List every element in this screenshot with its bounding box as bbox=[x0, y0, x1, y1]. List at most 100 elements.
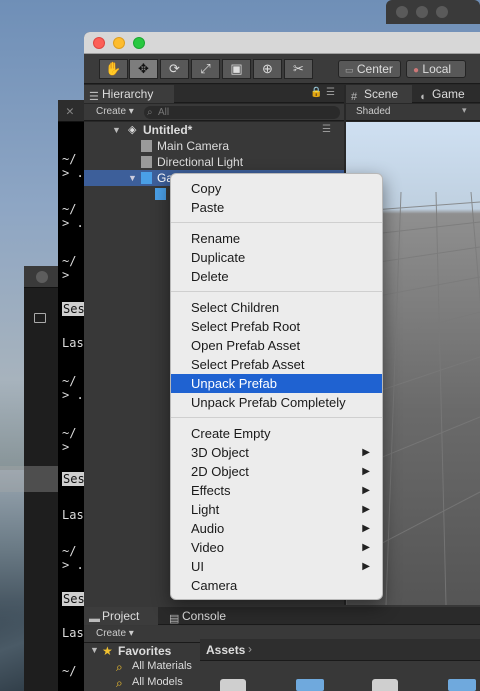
hierarchy-toolbar: Create ▾ ⌕ All bbox=[84, 104, 344, 121]
prefab-cube-icon[interactable] bbox=[296, 679, 324, 691]
space-label: Local bbox=[422, 62, 452, 76]
tab-project[interactable]: ▬ Project bbox=[84, 607, 158, 625]
tab-scene[interactable]: # Scene bbox=[346, 85, 412, 103]
menu-item-rename[interactable]: Rename bbox=[171, 229, 382, 248]
menu-item-audio[interactable]: Audio ▶ bbox=[171, 519, 382, 538]
menu-item-label: 2D Object bbox=[191, 464, 249, 479]
folder-icon[interactable] bbox=[372, 679, 398, 691]
scene-options-icon[interactable]: ☰ bbox=[322, 122, 331, 138]
submenu-arrow-icon: ▶ bbox=[362, 523, 370, 534]
expand-arrow-icon[interactable]: ▼ bbox=[90, 645, 99, 655]
create-dropdown[interactable]: Create ▾ bbox=[96, 626, 134, 642]
menu-item-camera[interactable]: Camera bbox=[171, 576, 382, 595]
terminal-line: > . bbox=[62, 388, 84, 402]
tab-console[interactable]: ▤ Console bbox=[164, 607, 244, 625]
menu-item-paste[interactable]: Paste bbox=[171, 198, 382, 217]
close-icon[interactable]: ✕ bbox=[66, 104, 74, 119]
shaded-label: Shaded bbox=[356, 106, 391, 117]
assets-label[interactable]: Assets bbox=[206, 643, 245, 657]
center-icon: ▭ bbox=[345, 65, 354, 75]
terminal-line: Las bbox=[62, 626, 84, 640]
terminal-line: Ses bbox=[62, 592, 86, 606]
close-icon[interactable] bbox=[396, 6, 408, 18]
menu-item-unpack-prefab-completely[interactable]: Unpack Prefab Completely bbox=[171, 393, 382, 412]
expand-arrow-icon[interactable]: ▼ bbox=[112, 122, 121, 138]
lock-icon[interactable]: 🔒 bbox=[310, 87, 322, 98]
background-window[interactable] bbox=[386, 0, 480, 24]
menu-item-open-prefab-asset[interactable]: Open Prefab Asset bbox=[171, 336, 382, 355]
rect-tool-icon[interactable]: ▣ bbox=[222, 59, 251, 79]
menu-item-select-prefab-asset[interactable]: Select Prefab Asset bbox=[171, 355, 382, 374]
hierarchy-item[interactable]: Directional Light bbox=[84, 154, 344, 170]
scene-row[interactable]: ▼ ◈ Untitled* ☰ bbox=[84, 122, 344, 138]
prefab-cube-icon[interactable] bbox=[448, 679, 476, 691]
menu-item-unpack-prefab[interactable]: Unpack Prefab bbox=[171, 374, 382, 393]
favorites-item[interactable]: All Models bbox=[132, 676, 183, 688]
hand-tool-icon[interactable]: ✋ bbox=[99, 59, 128, 79]
menu-item-3d-object[interactable]: 3D Object ▶ bbox=[171, 443, 382, 462]
menu-item-label: 3D Object bbox=[191, 445, 249, 460]
terminal-line: Ses bbox=[62, 302, 86, 316]
tab-game[interactable]: ◖ Game bbox=[414, 85, 480, 103]
tab-hierarchy[interactable]: ☰ Hierarchy bbox=[84, 85, 174, 103]
chevron-down-icon[interactable]: ▾ bbox=[462, 105, 467, 116]
menu-item-ui[interactable]: UI ▶ bbox=[171, 557, 382, 576]
tab-game-label: Game bbox=[432, 87, 465, 101]
menu-item-select-children[interactable]: Select Children bbox=[171, 298, 382, 317]
panel-menu-icon[interactable]: ☰ bbox=[326, 87, 335, 98]
unity-scene-icon: ◈ bbox=[128, 124, 137, 136]
menu-separator bbox=[171, 222, 382, 223]
move-tool-icon[interactable]: ✥ bbox=[129, 59, 158, 79]
transform-tool-icon[interactable]: ⊕ bbox=[253, 59, 282, 79]
rotate-tool-icon[interactable]: ⟳ bbox=[160, 59, 189, 79]
chevron-right-icon: › bbox=[248, 642, 252, 656]
window-titlebar[interactable] bbox=[84, 32, 480, 54]
submenu-arrow-icon: ▶ bbox=[362, 561, 370, 572]
menu-item-select-prefab-root[interactable]: Select Prefab Root bbox=[171, 317, 382, 336]
favorites-label: Favorites bbox=[118, 644, 172, 658]
hierarchy-search-input[interactable]: ⌕ All bbox=[144, 106, 340, 119]
minimize-icon[interactable] bbox=[416, 6, 428, 18]
pivot-center-button[interactable]: ▭ Center bbox=[338, 60, 401, 78]
zoom-icon[interactable] bbox=[133, 37, 145, 49]
menu-item-copy[interactable]: Copy bbox=[171, 179, 382, 198]
menu-item-label: Video bbox=[191, 540, 225, 555]
scale-tool-icon[interactable]: ⤢ bbox=[191, 59, 220, 79]
space-local-button[interactable]: ● Local bbox=[406, 60, 466, 78]
favorites-tree: ▼ ★ Favorites ⌕ All Materials ⌕ All Mode… bbox=[84, 644, 200, 691]
close-icon[interactable] bbox=[93, 37, 105, 49]
terminal-line: > . bbox=[62, 166, 84, 180]
menu-item-2d-object[interactable]: 2D Object ▶ bbox=[171, 462, 382, 481]
create-label: Create bbox=[96, 106, 127, 117]
expand-arrow-icon[interactable]: ▼ bbox=[128, 170, 137, 186]
favorites-item[interactable]: All Materials bbox=[132, 660, 192, 672]
shading-mode-dropdown[interactable]: Shaded bbox=[356, 104, 390, 120]
terminal-line: Ses bbox=[62, 472, 86, 486]
menu-item-create-empty[interactable]: Create Empty bbox=[171, 424, 382, 443]
menu-item-label: UI bbox=[191, 559, 204, 574]
close-icon[interactable] bbox=[36, 271, 48, 283]
hierarchy-item[interactable]: Main Camera bbox=[84, 138, 344, 154]
terminal-line: ~/ bbox=[62, 254, 77, 268]
submenu-arrow-icon: ▶ bbox=[362, 447, 370, 458]
terminal-line: ~/ bbox=[62, 202, 77, 216]
custom-tool-icon[interactable]: ✂ bbox=[284, 59, 313, 79]
hierarchy-tabbar: ☰ Hierarchy 🔒 ☰ bbox=[84, 85, 344, 103]
menu-item-effects[interactable]: Effects ▶ bbox=[171, 481, 382, 500]
folder-icon[interactable] bbox=[220, 679, 246, 691]
hierarchy-item-label: Main Camera bbox=[157, 139, 230, 153]
folder-icon[interactable] bbox=[34, 313, 46, 323]
star-icon: ★ bbox=[102, 644, 113, 658]
menu-item-light[interactable]: Light ▶ bbox=[171, 500, 382, 519]
menu-item-label: Effects bbox=[191, 483, 231, 498]
zoom-icon[interactable] bbox=[436, 6, 448, 18]
minimize-icon[interactable] bbox=[113, 37, 125, 49]
menu-item-duplicate[interactable]: Duplicate bbox=[171, 248, 382, 267]
hierarchy-item-label: Directional Light bbox=[157, 155, 244, 169]
create-dropdown[interactable]: Create ▾ bbox=[96, 104, 134, 120]
tab-console-label: Console bbox=[182, 609, 227, 623]
menu-item-delete[interactable]: Delete bbox=[171, 267, 382, 286]
search-placeholder: All bbox=[158, 107, 170, 118]
menu-item-video[interactable]: Video ▶ bbox=[171, 538, 382, 557]
pivot-label: Center bbox=[356, 62, 393, 76]
